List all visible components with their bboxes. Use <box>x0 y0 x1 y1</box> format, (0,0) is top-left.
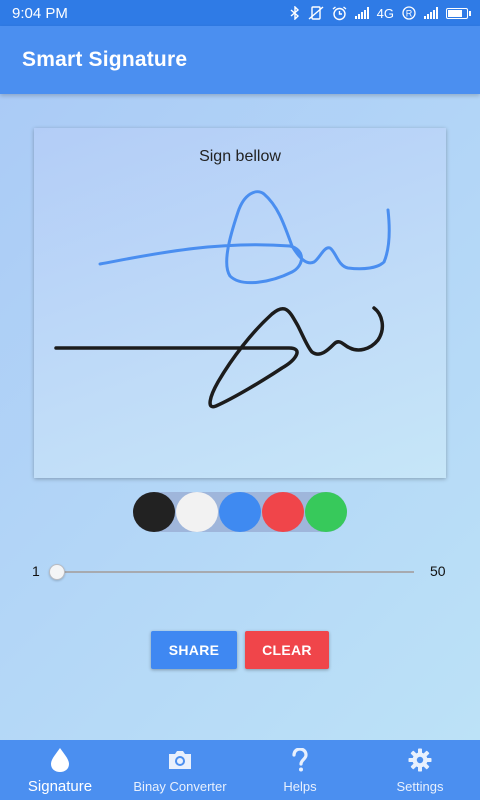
nav-item-binay-converter[interactable]: Binay Converter <box>120 740 240 800</box>
status-bar: 9:04 PM 4G R <box>0 0 480 26</box>
vibrate-icon <box>308 6 324 20</box>
nav-item-signature[interactable]: Signature <box>0 740 120 800</box>
nav-item-helps[interactable]: Helps <box>240 740 360 800</box>
color-swatch-black[interactable] <box>133 492 175 532</box>
signal-icon <box>354 7 369 19</box>
battery-icon <box>446 7 471 19</box>
signature-canvas[interactable]: Sign bellow <box>34 128 446 478</box>
blue-signature-stroke <box>98 190 391 285</box>
slider-track[interactable] <box>56 571 414 573</box>
roaming-icon: R <box>402 6 416 20</box>
share-button[interactable]: SHARE <box>151 631 237 669</box>
camera-icon <box>167 747 193 773</box>
bluetooth-icon <box>290 6 300 20</box>
svg-text:R: R <box>406 9 413 19</box>
nav-item-settings[interactable]: Settings <box>360 740 480 800</box>
slider-max-label: 50 <box>430 563 446 579</box>
app-title: Smart Signature <box>22 48 188 71</box>
app-bar: Smart Signature <box>0 26 480 94</box>
nav-label-settings: Settings <box>396 779 444 794</box>
nav-label-signature: Signature <box>27 778 93 795</box>
nav-label-helps: Helps <box>283 779 317 794</box>
color-swatch-blue[interactable] <box>219 492 261 532</box>
color-palette <box>133 492 347 532</box>
question-icon <box>292 747 308 773</box>
slider-min-label: 1 <box>32 563 40 579</box>
stroke-width-slider-row: 1 50 <box>0 562 480 582</box>
signal-icon <box>424 7 438 19</box>
black-signature-stroke <box>54 306 385 409</box>
status-icons: 4G R <box>290 5 471 21</box>
color-swatch-red[interactable] <box>262 492 304 532</box>
signature-drawing <box>54 190 391 409</box>
network-type: 4G <box>376 5 394 21</box>
status-time: 9:04 PM <box>12 4 68 22</box>
color-swatch-green[interactable] <box>305 492 347 532</box>
gear-icon <box>408 747 432 773</box>
drop-icon <box>50 747 70 773</box>
slider-thumb[interactable] <box>49 564 65 580</box>
nav-label-binay-converter: Binay Converter <box>133 779 227 794</box>
clear-button[interactable]: CLEAR <box>245 631 329 669</box>
bottom-navigation: Signature Binay Converter Helps Settings <box>0 740 480 800</box>
color-swatch-white[interactable] <box>176 492 218 532</box>
alarm-icon <box>332 5 347 21</box>
